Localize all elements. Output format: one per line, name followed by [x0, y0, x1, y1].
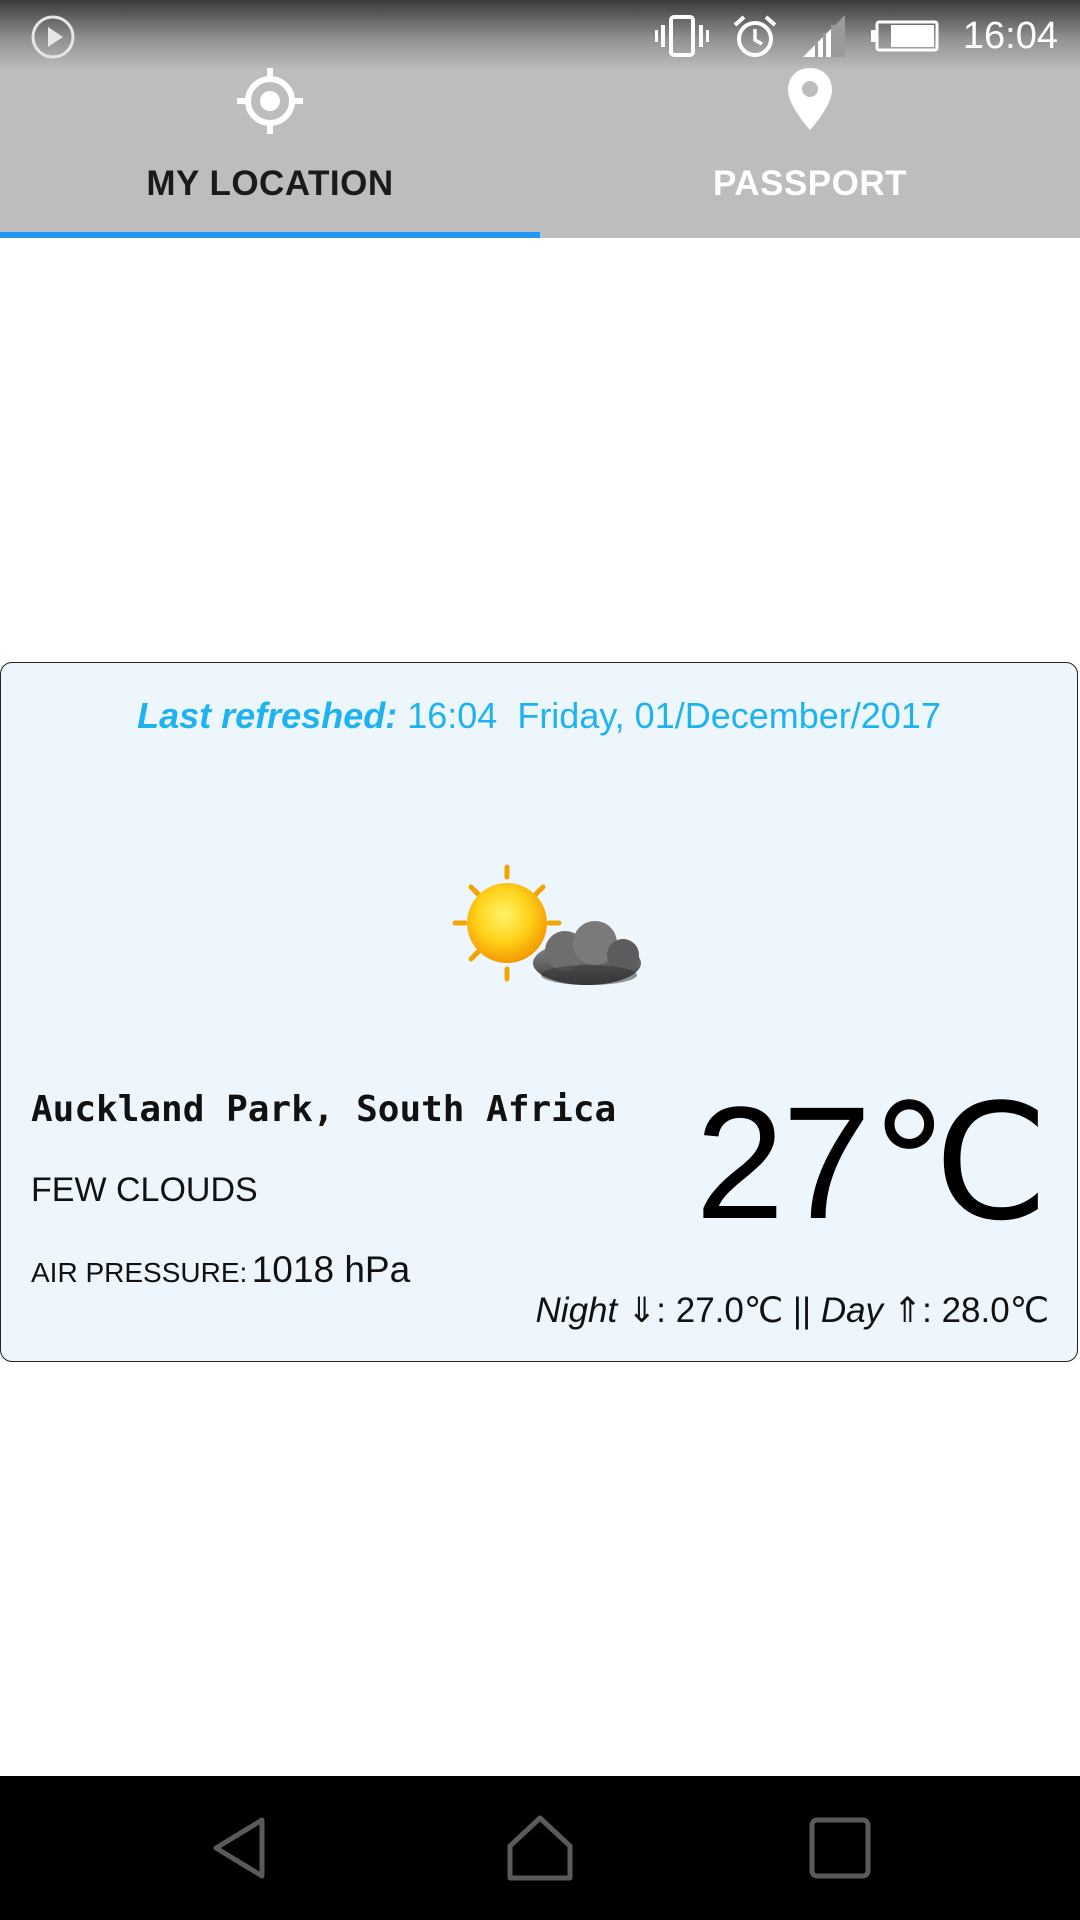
battery-icon [870, 20, 939, 52]
day-arrow-icon: ⇑ [892, 1291, 923, 1330]
air-pressure: AIR PRESSURE: 1018 hPa [31, 1249, 410, 1291]
status-time: 16:04 [962, 14, 1058, 57]
tab-my-location[interactable]: MY LOCATION [0, 60, 540, 238]
location-name: Auckland Park, South Africa [31, 1089, 617, 1130]
last-refreshed: Last refreshed: 16:04 Friday, 01/Decembe… [1, 695, 1077, 737]
air-pressure-label: AIR PRESSURE: [31, 1257, 248, 1288]
night-label: Night [535, 1291, 618, 1330]
crosshair-icon [237, 68, 303, 134]
partly-cloudy-icon [452, 864, 641, 985]
tab-my-location-label: MY LOCATION [146, 164, 394, 203]
navigation-bar [0, 1776, 1080, 1920]
app-bar: 16:04 MY LOCATION PASSPORT [0, 0, 1080, 238]
weather-description: FEW CLOUDS [31, 1171, 258, 1209]
weather-card: Last refreshed: 16:04 Friday, 01/Decembe… [0, 662, 1078, 1362]
screen: 16:04 MY LOCATION PASSPORT Last refreshe… [0, 0, 1080, 1920]
cloud [533, 921, 641, 985]
day-label: Day [820, 1291, 884, 1330]
day-value: : 28.0℃ [922, 1291, 1049, 1330]
min-max-separator: || [783, 1291, 821, 1330]
recents-icon[interactable] [804, 1812, 876, 1884]
alarm-icon [733, 15, 777, 57]
back-icon[interactable] [204, 1812, 276, 1884]
night-arrow-icon: ⇓ [626, 1291, 657, 1330]
signal-icon [802, 15, 845, 57]
last-refreshed-time: 16:04 [407, 695, 498, 736]
current-temperature: 27℃ [695, 1073, 1049, 1252]
home-icon[interactable] [504, 1812, 576, 1884]
vibrate-icon [654, 15, 709, 57]
tab-bar: MY LOCATION PASSPORT [0, 60, 1080, 238]
night-value: : 27.0℃ [656, 1291, 784, 1330]
tab-passport[interactable]: PASSPORT [540, 60, 1080, 238]
map-pin-icon [788, 68, 832, 130]
last-refreshed-label: Last refreshed: [137, 695, 398, 736]
min-max-temperature: Night ⇓: 27.0℃ || Day ⇑: 28.0℃ [536, 1291, 1049, 1331]
tab-passport-label: PASSPORT [713, 164, 907, 203]
air-pressure-value: 1018 hPa [251, 1249, 411, 1290]
last-refreshed-date: Friday, 01/December/2017 [517, 695, 941, 736]
play-icon [31, 15, 75, 59]
active-tab-indicator [0, 232, 540, 238]
